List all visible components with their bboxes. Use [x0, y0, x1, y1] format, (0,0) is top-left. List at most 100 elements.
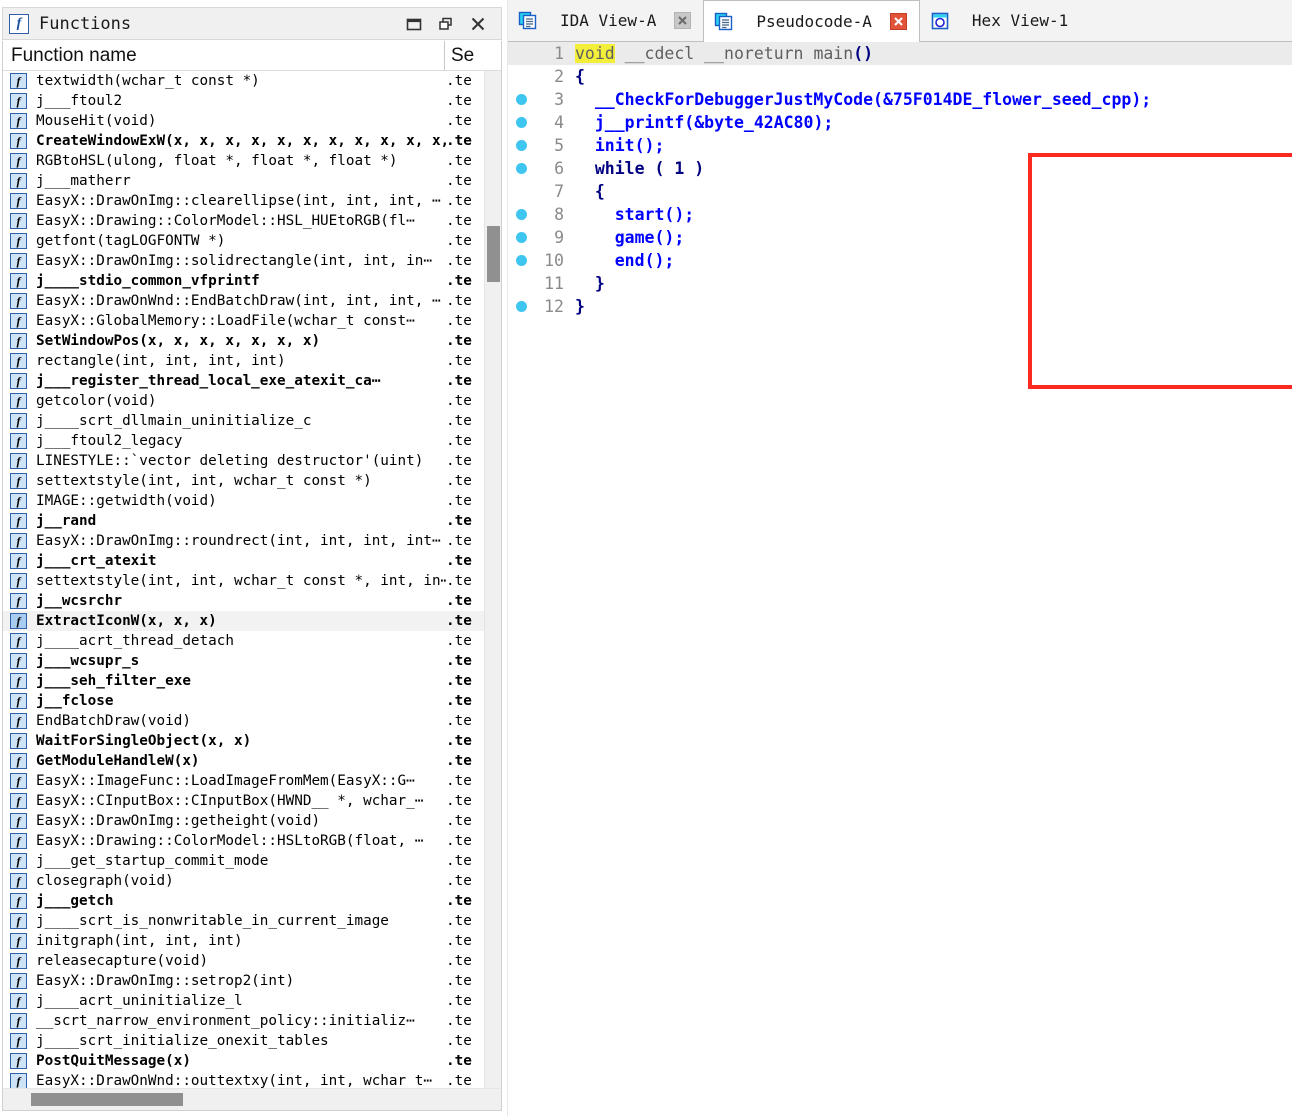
function-list-row[interactable]: f IMAGE::getwidth(void) .te — [3, 491, 484, 511]
breakpoint-dot-icon[interactable] — [515, 163, 527, 174]
function-list-row[interactable]: f __scrt_narrow_environment_policy::initi… — [3, 1011, 484, 1031]
function-list-row[interactable]: f MouseHit(void) .te — [3, 111, 484, 131]
function-list-row[interactable]: f j___register_thread_local_exe_atexit_ca… — [3, 371, 484, 391]
functions-vertical-scrollbar[interactable] — [484, 71, 501, 1088]
function-list-row[interactable]: f j___getch .te — [3, 891, 484, 911]
code-line[interactable]: 2{ — [508, 65, 1292, 88]
function-list-row[interactable]: f j__fclose .te — [3, 691, 484, 711]
pseudocode-view[interactable]: 1 void __cdecl __noreturn main() 2{3 __Che… — [508, 42, 1292, 1116]
functions-list[interactable]: f textwidth(wchar_t const *) .te f j___ftoul… — [3, 71, 484, 1088]
function-list-row[interactable]: f EasyX::DrawOnImg::setrop2(int) .te — [3, 971, 484, 991]
function-list-row[interactable]: f j____acrt_thread_detach .te — [3, 631, 484, 651]
code-line[interactable]: 7 { — [508, 180, 1292, 203]
code-token: j__printf — [594, 113, 685, 132]
function-list-row[interactable]: f EasyX::DrawOnImg::roundrect(int, int, i… — [3, 531, 484, 551]
breakpoint-gutter[interactable] — [508, 163, 534, 174]
function-list-row[interactable]: f j___ftoul2 .te — [3, 91, 484, 111]
tab-ida-view-a[interactable]: IDA View-A — [508, 0, 704, 41]
function-list-row[interactable]: f EasyX::DrawOnImg::getheight(void) .te — [3, 811, 484, 831]
function-list-row[interactable]: f EasyX::CInputBox::CInputBox(HWND__ *, w… — [3, 791, 484, 811]
function-list-row[interactable]: f GetModuleHandleW(x) .te — [3, 751, 484, 771]
code-line[interactable]: 8 start(); — [508, 203, 1292, 226]
function-list-row[interactable]: f WaitForSingleObject(x, x) .te — [3, 731, 484, 751]
code-line[interactable]: 1 void __cdecl __noreturn main() — [508, 42, 1292, 65]
breakpoint-dot-icon[interactable] — [515, 209, 527, 220]
function-icon: f — [10, 773, 27, 789]
function-list-row[interactable]: f EasyX::GlobalMemory::LoadFile(wchar_t c… — [3, 311, 484, 331]
function-list-row[interactable]: f LINESTYLE::`vector deleting destructor'… — [3, 451, 484, 471]
function-list-row[interactable]: f j____scrt_initialize_onexit_tables .te — [3, 1031, 484, 1051]
function-list-row[interactable]: f j___seh_filter_exe .te — [3, 671, 484, 691]
function-list-row[interactable]: f EasyX::DrawOnImg::solidrectangle(int, i… — [3, 251, 484, 271]
code-line[interactable]: 9 game(); — [508, 226, 1292, 249]
vertical-scrollbar-thumb[interactable] — [487, 226, 500, 282]
function-list-row[interactable]: f j___crt_atexit .te — [3, 551, 484, 571]
code-token: ); — [813, 113, 834, 132]
maximize-icon[interactable] — [405, 15, 423, 33]
function-list-row[interactable]: f SetWindowPos(x, x, x, x, x, x, x) .te — [3, 331, 484, 351]
function-list-row[interactable]: f j____scrt_dllmain_uninitialize_c .te — [3, 411, 484, 431]
function-list-row[interactable]: f initgraph(int, int, int) .te — [3, 931, 484, 951]
function-list-row[interactable]: f textwidth(wchar_t const *) .te — [3, 71, 484, 91]
function-list-row[interactable]: f j___get_startup_commit_mode .te — [3, 851, 484, 871]
function-list-row[interactable]: f settextstyle(int, int, wchar_t const *)… — [3, 471, 484, 491]
code-line[interactable]: 5 init(); — [508, 134, 1292, 157]
restore-icon[interactable] — [437, 15, 455, 33]
function-list-row[interactable]: f CreateWindowExW(x, x, x, x, x, x, x, x,… — [3, 131, 484, 151]
code-line[interactable]: 11 } — [508, 272, 1292, 295]
function-list-row[interactable]: f j___matherr .te — [3, 171, 484, 191]
breakpoint-gutter[interactable] — [508, 301, 534, 312]
breakpoint-gutter[interactable] — [508, 209, 534, 220]
breakpoint-gutter[interactable] — [508, 117, 534, 128]
code-line[interactable]: 10 end(); — [508, 249, 1292, 272]
function-list-row[interactable]: f EndBatchDraw(void) .te — [3, 711, 484, 731]
breakpoint-dot-icon[interactable] — [515, 301, 527, 312]
code-line[interactable]: 12} — [508, 295, 1292, 318]
breakpoint-dot-icon[interactable] — [515, 232, 527, 243]
functions-titlebar: f Functions — [2, 7, 502, 40]
function-list-row[interactable]: f j___wcsupr_s .te — [3, 651, 484, 671]
breakpoint-gutter[interactable] — [508, 140, 534, 151]
function-list-row[interactable]: f j__rand .te — [3, 511, 484, 531]
function-list-row[interactable]: f closegraph(void) .te — [3, 871, 484, 891]
function-list-row[interactable]: f EasyX::DrawOnImg::clearellipse(int, int… — [3, 191, 484, 211]
breakpoint-gutter[interactable] — [508, 94, 534, 105]
function-list-row[interactable]: f j__wcsrchr .te — [3, 591, 484, 611]
function-list-row[interactable]: f j____stdio_common_vfprintf .te — [3, 271, 484, 291]
breakpoint-dot-icon[interactable] — [515, 117, 527, 128]
function-list-row[interactable]: f j____acrt_uninitialize_l .te — [3, 991, 484, 1011]
function-list-row[interactable]: f EasyX::Drawing::ColorModel::HSL_HUEtoRG… — [3, 211, 484, 231]
function-list-row[interactable]: f releasecapture(void) .te — [3, 951, 484, 971]
code-line[interactable]: 4 j__printf(&byte_42AC80); — [508, 111, 1292, 134]
column-header-segment[interactable]: Se — [444, 41, 484, 70]
column-header-function-name[interactable]: Function name — [3, 45, 444, 67]
function-list-row[interactable]: f settextstyle(int, int, wchar_t const *,… — [3, 571, 484, 591]
function-list-row[interactable]: f j____scrt_is_nonwritable_in_current_ima… — [3, 911, 484, 931]
tab-close-icon[interactable] — [674, 12, 692, 29]
functions-horizontal-scrollbar[interactable] — [3, 1088, 501, 1110]
tab-hex-view-1[interactable]: Hex View-1 — [919, 0, 1099, 41]
function-list-row[interactable]: f rectangle(int, int, int, int) .te — [3, 351, 484, 371]
breakpoint-dot-icon[interactable] — [515, 140, 527, 151]
code-line[interactable]: 3 __CheckForDebuggerJustMyCode(&75F014DE… — [508, 88, 1292, 111]
function-list-row[interactable]: f EasyX::DrawOnWnd::EndBatchDraw(int, int… — [3, 291, 484, 311]
function-list-row[interactable]: f EasyX::DrawOnWnd::outtextxy(int, int, w… — [3, 1071, 484, 1088]
function-list-row[interactable]: f EasyX::ImageFunc::LoadImageFromMem(Easy… — [3, 771, 484, 791]
tab-pseudocode-a[interactable]: Pseudocode-A — [703, 0, 920, 42]
function-list-row[interactable]: f EasyX::Drawing::ColorModel::HSLtoRGB(fl… — [3, 831, 484, 851]
function-list-row[interactable]: f ExtractIconW(x, x, x) .te — [3, 611, 484, 631]
breakpoint-gutter[interactable] — [508, 232, 534, 243]
function-icon: f — [10, 113, 27, 129]
function-list-row[interactable]: f getcolor(void) .te — [3, 391, 484, 411]
breakpoint-gutter[interactable] — [508, 255, 534, 266]
function-list-row[interactable]: f getfont(tagLOGFONTW *) .te — [3, 231, 484, 251]
tab-close-icon[interactable] — [889, 13, 907, 30]
function-list-row[interactable]: f j___ftoul2_legacy .te — [3, 431, 484, 451]
horizontal-scrollbar-thumb[interactable] — [31, 1093, 183, 1106]
close-icon[interactable] — [469, 15, 487, 33]
code-line[interactable]: 6 while ( 1 ) — [508, 157, 1292, 180]
function-list-row[interactable]: f RGBtoHSL(ulong, float *, float *, float… — [3, 151, 484, 171]
breakpoint-dot-icon[interactable] — [515, 255, 527, 266]
function-list-row[interactable]: f PostQuitMessage(x) .te — [3, 1051, 484, 1071]
breakpoint-dot-icon[interactable] — [515, 94, 527, 105]
